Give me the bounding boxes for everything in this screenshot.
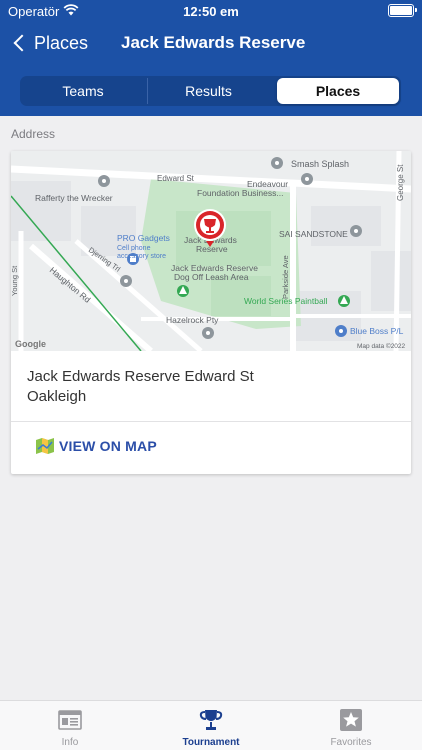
status-bar: Operatör 12:50 em <box>0 0 422 24</box>
map-label: PRO Gadgets <box>117 233 170 243</box>
google-logo: Google <box>15 339 46 349</box>
info-icon <box>58 710 82 730</box>
park-marker-icon <box>338 295 350 307</box>
header: Operatör 12:50 em Places Jack Edwards Re… <box>0 0 422 116</box>
place-marker-icon <box>98 175 110 187</box>
address-line2: Oakleigh <box>27 388 87 405</box>
tabbar-item-tournament[interactable]: Tournament <box>141 701 281 750</box>
park-marker-icon <box>177 285 189 297</box>
map-label: World Series Paintball <box>244 296 328 306</box>
tabbar-item-favorites[interactable]: Favorites <box>281 701 421 750</box>
tab-bar: Info Tournament Favorites <box>0 700 422 750</box>
tab-results[interactable]: Results <box>147 78 269 104</box>
map-label: George St <box>396 164 405 201</box>
chevron-left-icon <box>13 34 31 52</box>
map-label: accessory store <box>117 253 166 260</box>
status-time: 12:50 em <box>183 4 239 19</box>
address-line1: Jack Edwards Reserve Edward St <box>27 368 254 385</box>
tab-teams[interactable]: Teams <box>22 78 144 104</box>
place-marker-icon <box>350 225 362 237</box>
place-marker-icon <box>202 327 214 339</box>
map-icon <box>36 438 54 454</box>
star-icon <box>340 709 362 731</box>
segmented-control: Teams Results Places <box>20 76 401 106</box>
map-label: Reserve <box>196 244 228 254</box>
address-text: Jack Edwards Reserve Edward St Oakleigh <box>27 367 254 407</box>
place-marker-icon <box>271 157 283 169</box>
map-label: Edward St <box>157 174 195 183</box>
map-label: SAI SANDSTONE <box>279 229 348 239</box>
back-button[interactable]: Places <box>10 30 88 56</box>
map-block <box>311 206 381 246</box>
map-label: Rafferty the Wrecker <box>35 193 113 203</box>
place-marker-icon <box>301 173 313 185</box>
battery-icon <box>388 4 417 17</box>
map-label: Young St <box>11 265 19 296</box>
divider <box>11 421 411 422</box>
map-label: Hazelrock Pty <box>166 315 219 325</box>
trophy-icon <box>199 710 223 730</box>
view-on-map-button[interactable]: VIEW ON MAP <box>35 437 157 455</box>
back-label: Places <box>34 32 89 53</box>
map-label: Smash Splash <box>291 159 349 169</box>
view-on-map-label: VIEW ON MAP <box>59 438 157 454</box>
page-title: Jack Edwards Reserve <box>121 33 306 52</box>
section-label: Address <box>11 127 56 141</box>
map-label: Foundation Business... <box>197 188 283 198</box>
place-marker-icon <box>120 275 132 287</box>
map-view[interactable]: Smash Splash Edward St Endeavour Foundat… <box>11 151 411 351</box>
address-card: Smash Splash Edward St Endeavour Foundat… <box>11 151 411 474</box>
map-label: Dog Off Leash Area <box>174 272 249 282</box>
map-label: Cell phone <box>117 245 151 252</box>
tabbar-label: Info <box>61 737 79 748</box>
tabbar-item-info[interactable]: Info <box>0 701 140 750</box>
map-label: Blue Boss P/L <box>350 326 404 336</box>
tab-places[interactable]: Places <box>277 78 399 104</box>
navigation-bar: Places Jack Edwards Reserve <box>0 24 422 64</box>
map-attribution: Map data ©2022 <box>357 342 406 350</box>
map-label: Parkside Ave <box>281 255 290 299</box>
place-marker-icon <box>335 325 347 337</box>
tabbar-label: Favorites <box>330 737 372 748</box>
tabbar-label: Tournament <box>182 737 240 748</box>
map-block <box>371 251 411 311</box>
